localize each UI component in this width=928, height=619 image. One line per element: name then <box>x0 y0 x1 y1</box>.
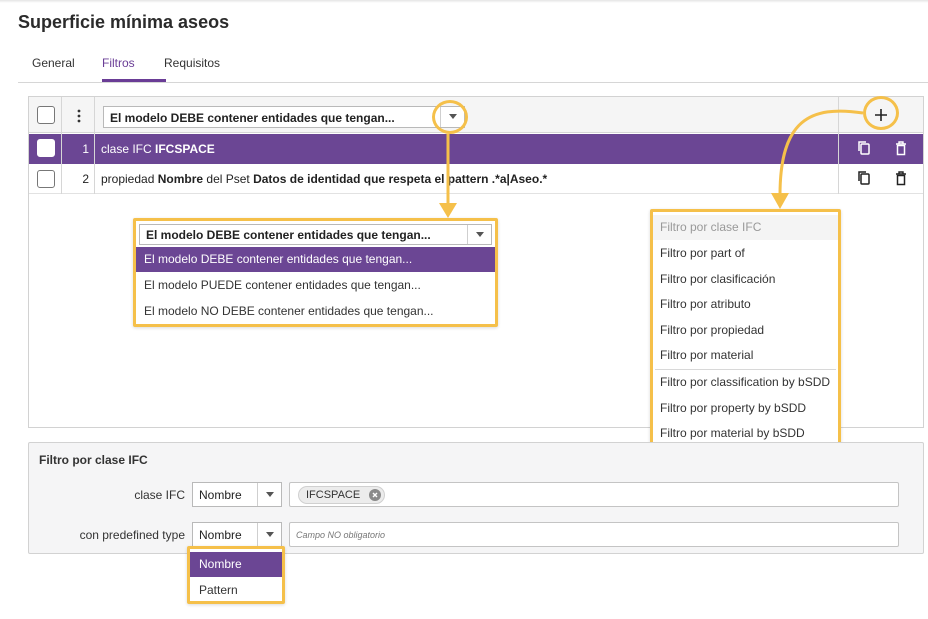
type-value-field[interactable]: Campo NO obligatorio <box>289 522 899 547</box>
chevron-down-icon <box>266 492 274 497</box>
menu-item-classification-bsdd[interactable]: Filtro por classification by bSDD <box>653 370 838 395</box>
menu-item-clase-ifc: Filtro por clase IFC <box>653 215 838 240</box>
type-mode-toggle[interactable] <box>257 523 281 546</box>
type-option-nombre[interactable]: Nombre <box>190 552 282 577</box>
type-label: con predefined type <box>79 528 185 542</box>
mode-option-debe[interactable]: El modelo DEBE contener entidades que te… <box>136 247 495 272</box>
menu-item-part-of[interactable]: Filtro por part of <box>653 241 838 266</box>
chip-remove-icon[interactable] <box>369 489 382 501</box>
type-mode-select[interactable]: Nombre <box>192 522 282 547</box>
chevron-down-icon <box>266 532 274 537</box>
type-mode-dropdown: Nombre Pattern <box>187 546 285 604</box>
filter-panel-title: Filtro por clase IFC <box>39 453 148 467</box>
class-label: clase IFC <box>134 488 185 502</box>
class-chip: IFCSPACE <box>298 486 386 504</box>
filter-detail-panel: Filtro por clase IFC clase IFC Nombre IF… <box>28 442 924 554</box>
mode-dropdown-toggle[interactable] <box>467 225 491 244</box>
menu-item-propiedad[interactable]: Filtro por propiedad <box>653 318 838 343</box>
class-value-field[interactable]: IFCSPACE <box>289 482 899 507</box>
mode-dropdown-select[interactable]: El modelo DEBE contener entidades que te… <box>139 224 492 245</box>
class-mode-select[interactable]: Nombre <box>192 482 282 507</box>
menu-item-clasificacion[interactable]: Filtro por clasificación <box>653 267 838 292</box>
menu-item-atributo[interactable]: Filtro por atributo <box>653 292 838 317</box>
class-mode-toggle[interactable] <box>257 483 281 506</box>
menu-item-property-bsdd[interactable]: Filtro por property by bSDD <box>653 396 838 421</box>
type-option-pattern[interactable]: Pattern <box>190 578 282 603</box>
mode-option-no-debe[interactable]: El modelo NO DEBE contener entidades que… <box>136 299 495 324</box>
add-filter-menu: Filtro por clase IFC Filtro por part of … <box>650 209 841 449</box>
mode-option-puede[interactable]: El modelo PUEDE contener entidades que t… <box>136 273 495 298</box>
mode-dropdown: El modelo DEBE contener entidades que te… <box>133 218 498 327</box>
chevron-down-icon <box>476 231 484 237</box>
menu-item-material[interactable]: Filtro por material <box>653 343 838 368</box>
